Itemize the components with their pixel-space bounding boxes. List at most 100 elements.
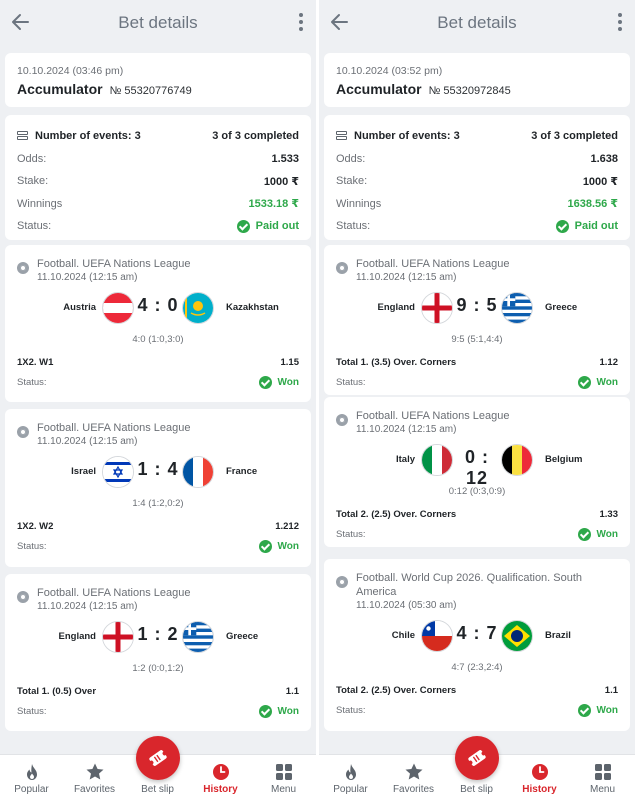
league-name: Football. UEFA Nations League: [37, 258, 191, 270]
event-status-row: Status: Won: [336, 704, 618, 717]
market-coefficient: 1.33: [599, 509, 619, 520]
home-flag-icon: [102, 292, 134, 324]
status-label: Status:: [17, 706, 47, 717]
paid-out-label: Paid out: [255, 220, 299, 233]
won-label: Won: [277, 706, 299, 717]
home-team: England: [377, 302, 415, 313]
odds-label: Odds:: [17, 152, 47, 165]
event-date: 11.10.2024 (12:15 am): [37, 601, 138, 612]
event-date: 11.10.2024 (05:30 am): [356, 600, 457, 611]
home-team: Israel: [71, 466, 96, 477]
market-name: Total 2. (2.5) Over. Corners: [336, 685, 457, 696]
nav-item-favorites[interactable]: Favorites: [63, 755, 126, 800]
odds-value: 1.638: [590, 152, 618, 165]
nav-item-history[interactable]: History: [189, 755, 252, 800]
market-coefficient: 1.1: [285, 686, 299, 697]
event-card[interactable]: Football. UEFA Nations League 11.10.2024 …: [5, 409, 311, 567]
stake-value: 1000 ₹: [263, 175, 299, 188]
nav-label: Popular: [333, 784, 368, 795]
stake-label: Stake:: [336, 175, 368, 188]
odds-label: Odds:: [336, 152, 366, 165]
check-circle-icon: [577, 376, 591, 389]
nav-item-favorites[interactable]: Favorites: [382, 755, 445, 800]
away-team: Kazakhstan: [226, 302, 279, 313]
nav-item-menu[interactable]: Menu: [571, 755, 634, 800]
bet-datetime: 10.10.2024 (03:46 pm): [17, 65, 124, 77]
nav-item-popular[interactable]: Popular: [0, 755, 63, 800]
grid-icon: [274, 762, 294, 782]
bottom-navigation: Popular Favorites Bet slip History Menu: [319, 736, 635, 800]
status-label: Status:: [17, 541, 47, 552]
away-team: France: [226, 466, 258, 477]
check-circle-icon: [258, 376, 272, 389]
star-icon: [85, 762, 105, 782]
score-detail: 9:5 (5:1,4:4): [451, 334, 503, 345]
more-options-icon[interactable]: [298, 13, 304, 31]
status-label: Status:: [17, 377, 47, 388]
event-info: Football. UEFA Nations League 11.10.2024 …: [356, 257, 509, 283]
odds-row: Odds: 1.638: [336, 148, 618, 171]
market-name: 1X2. W2: [17, 521, 54, 532]
event-card[interactable]: Football. UEFA Nations League 11.10.2024 …: [324, 397, 630, 547]
stake-row: Stake: 1000 ₹: [336, 170, 618, 193]
paid-out-status: Paid out: [236, 219, 299, 233]
more-options-icon[interactable]: [617, 13, 623, 31]
nav-label: Menu: [270, 784, 296, 795]
event-card[interactable]: Football. UEFA Nations League 11.10.2024 …: [5, 245, 311, 402]
app-header: Bet details: [0, 0, 316, 46]
home-team: Italy: [395, 454, 415, 465]
won-label: Won: [277, 541, 299, 552]
event-status-row: Status: Won: [336, 376, 618, 389]
ticket-icon[interactable]: [135, 736, 180, 780]
nav-item-popular[interactable]: Popular: [319, 755, 382, 800]
score-detail: 4:0 (1:0,3:0): [132, 334, 184, 345]
paid-out-status: Paid out: [555, 219, 618, 233]
football-icon: [336, 414, 348, 426]
event-header: Football. UEFA Nations League 11.10.2024 …: [336, 397, 618, 435]
status-label: Status:: [336, 377, 366, 388]
market-row: Total 1. (0.5) Over 1.1: [17, 686, 299, 697]
ticket-icon[interactable]: [454, 736, 499, 780]
check-circle-icon: [258, 540, 272, 553]
events-count-label: Number of events: 3: [35, 130, 141, 143]
football-icon: [336, 262, 348, 274]
event-card[interactable]: Football. UEFA Nations League 11.10.2024 …: [5, 574, 311, 731]
event-date: 11.10.2024 (12:15 am): [356, 424, 457, 435]
score: 4 : 0: [137, 295, 179, 315]
won-status: Won: [577, 704, 618, 717]
fire-icon: [22, 762, 42, 782]
star-icon: [404, 762, 424, 782]
nav-item-menu[interactable]: Menu: [252, 755, 315, 800]
event-status-row: Status: Won: [17, 705, 299, 718]
nav-item-history[interactable]: History: [508, 755, 571, 800]
check-circle-icon: [577, 704, 591, 717]
event-status-row: Status: Won: [336, 528, 618, 541]
stake-value: 1000 ₹: [582, 175, 618, 188]
event-date: 11.10.2024 (12:15 am): [37, 272, 138, 283]
won-label: Won: [277, 377, 299, 388]
events-count-label: Number of events: 3: [354, 130, 460, 143]
score-detail: 1:4 (1:2,0:2): [132, 498, 184, 509]
event-date: 11.10.2024 (12:15 am): [37, 436, 138, 447]
completed-count: 3 of 3 completed: [531, 130, 618, 143]
match-row: Austria 4 : 0 Kazakhstan: [5, 291, 311, 327]
event-header: Football. UEFA Nations League 11.10.2024 …: [17, 245, 299, 283]
market-coefficient: 1.1: [604, 685, 618, 696]
bet-summary-card: Number of events: 3 3 of 3 completed Odds:…: [5, 115, 311, 240]
market-name: Total 1. (0.5) Over: [17, 686, 97, 697]
event-status-row: Status: Won: [17, 376, 299, 389]
market-row: 1X2. W1 1.15: [17, 357, 299, 368]
event-header: Football. UEFA Nations League 11.10.2024 …: [336, 245, 618, 283]
nav-item-bet-slip[interactable]: Bet slip: [445, 736, 508, 800]
match-row: Chile 4 : 7 Brazil: [324, 619, 630, 655]
league-name: Football. UEFA Nations League: [356, 258, 510, 270]
events-count-row: Number of events: 3 3 of 3 completed: [336, 125, 618, 148]
market-coefficient: 1.212: [275, 521, 299, 532]
match-row: Italy 0 : 12 Belgium: [324, 443, 630, 488]
event-card[interactable]: Football. UEFA Nations League 11.10.2024 …: [324, 245, 630, 395]
bet-details-screen-left: Bet details 10.10.2024 (03:46 pm) Accumula…: [0, 0, 316, 800]
bottom-navigation: Popular Favorites Bet slip History Menu: [0, 736, 316, 800]
score-detail: 4:7 (2:3,2:4): [451, 662, 503, 673]
event-card[interactable]: Football. World Cup 2026. Qualification.…: [324, 559, 630, 731]
nav-item-bet-slip[interactable]: Bet slip: [126, 736, 189, 800]
